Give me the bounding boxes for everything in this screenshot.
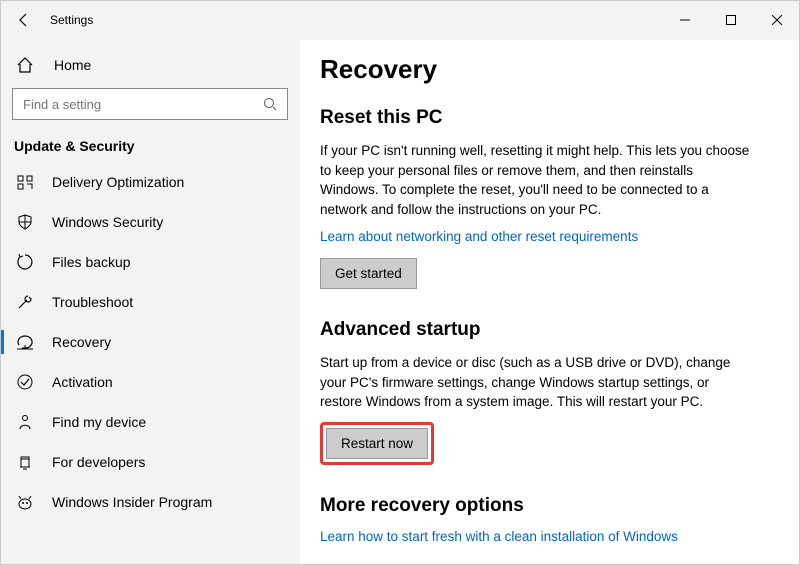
sidebar-category: Update & Security	[14, 138, 288, 154]
sidebar-item-label: Windows Security	[52, 214, 163, 230]
get-started-button[interactable]: Get started	[320, 258, 417, 289]
more-recovery-heading: More recovery options	[320, 495, 776, 517]
sidebar-item-find-my-device[interactable]: Find my device	[12, 402, 288, 442]
recovery-icon	[16, 333, 34, 351]
advanced-startup-description: Start up from a device or disc (such as …	[320, 353, 750, 412]
fresh-install-link[interactable]: Learn how to start fresh with a clean in…	[320, 529, 678, 544]
activation-icon	[16, 373, 34, 391]
sidebar-item-label: Troubleshoot	[52, 294, 133, 310]
search-box[interactable]	[12, 88, 288, 120]
more-recovery-section: More recovery options Learn how to start…	[320, 495, 776, 558]
reset-pc-section: Reset this PC If your PC isn't running w…	[320, 107, 776, 289]
sidebar-item-windows-insider[interactable]: Windows Insider Program	[12, 482, 288, 522]
developers-icon	[16, 453, 34, 471]
restart-now-highlight: Restart now	[320, 422, 434, 465]
shield-icon	[16, 213, 34, 231]
reset-pc-description: If your PC isn't running well, resetting…	[320, 141, 750, 219]
sidebar: Home Update & Security Delivery Optimiza…	[0, 40, 300, 565]
sidebar-item-delivery-optimization[interactable]: Delivery Optimization	[12, 162, 288, 202]
home-icon	[16, 56, 34, 74]
sidebar-item-label: For developers	[52, 454, 145, 470]
delivery-optimization-icon	[16, 173, 34, 191]
sidebar-item-files-backup[interactable]: Files backup	[12, 242, 288, 282]
wrench-icon	[16, 293, 34, 311]
sidebar-item-label: Delivery Optimization	[52, 174, 184, 190]
insider-icon	[16, 493, 34, 511]
sidebar-item-label: Windows Insider Program	[52, 494, 212, 510]
home-link[interactable]: Home	[12, 50, 288, 84]
home-label: Home	[54, 57, 91, 73]
maximize-button[interactable]	[708, 5, 754, 35]
search-icon	[263, 97, 277, 111]
sidebar-item-troubleshoot[interactable]: Troubleshoot	[12, 282, 288, 322]
sidebar-item-for-developers[interactable]: For developers	[12, 442, 288, 482]
close-button[interactable]	[754, 5, 800, 35]
sidebar-item-label: Find my device	[52, 414, 146, 430]
advanced-startup-heading: Advanced startup	[320, 319, 776, 341]
find-device-icon	[16, 413, 34, 431]
sidebar-item-label: Activation	[52, 374, 113, 390]
restart-now-button[interactable]: Restart now	[326, 428, 428, 459]
minimize-button[interactable]	[662, 5, 708, 35]
sidebar-item-label: Recovery	[52, 334, 111, 350]
sidebar-item-recovery[interactable]: Recovery	[12, 322, 288, 362]
reset-requirements-link[interactable]: Learn about networking and other reset r…	[320, 229, 638, 244]
sidebar-item-activation[interactable]: Activation	[12, 362, 288, 402]
back-button[interactable]	[16, 12, 32, 28]
page-title: Recovery	[320, 54, 776, 85]
window-title: Settings	[50, 13, 93, 27]
sidebar-item-label: Files backup	[52, 254, 131, 270]
advanced-startup-section: Advanced startup Start up from a device …	[320, 319, 776, 465]
titlebar: Settings	[0, 0, 800, 40]
sidebar-item-windows-security[interactable]: Windows Security	[12, 202, 288, 242]
content-pane: Recovery Reset this PC If your PC isn't …	[300, 40, 800, 565]
backup-icon	[16, 253, 34, 271]
reset-pc-heading: Reset this PC	[320, 107, 776, 129]
search-input[interactable]	[23, 97, 243, 112]
